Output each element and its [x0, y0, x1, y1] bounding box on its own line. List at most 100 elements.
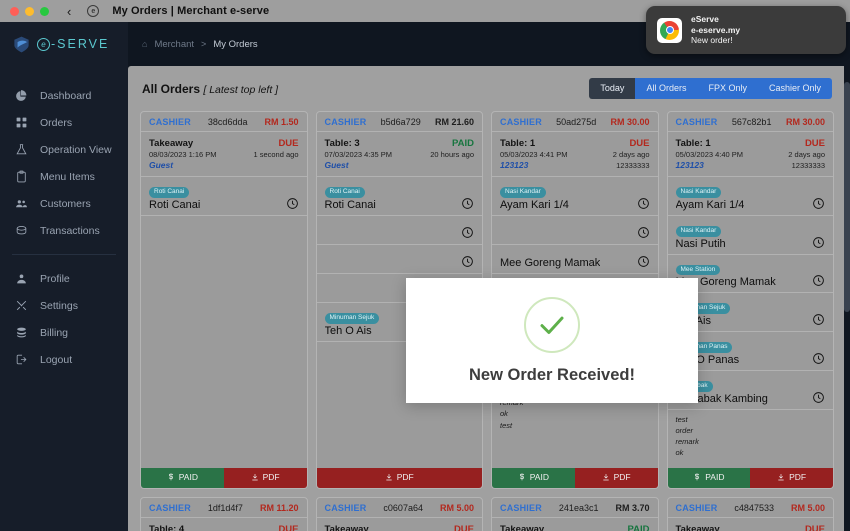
order-item[interactable] [316, 245, 482, 274]
sidebar-item-orders[interactable]: Orders [0, 109, 128, 136]
new-order-modal[interactable]: New Order Received! [406, 278, 698, 403]
download-icon [602, 473, 610, 483]
order-status: DUE [629, 138, 650, 149]
filter-fpx-only-button[interactable]: FPX Only [697, 78, 758, 99]
download-icon [251, 473, 259, 483]
mark-paid-button[interactable]: PAID [667, 467, 751, 488]
filter-all-orders-button[interactable]: All Orders [635, 78, 698, 99]
remark-line: remark [675, 437, 699, 447]
mark-paid-button[interactable]: PAID [492, 467, 575, 488]
item-name: Roti Canai [324, 198, 376, 211]
order-id: 241ea3c1 [558, 502, 599, 513]
sidebar-item-transactions[interactable]: Transactions [0, 217, 128, 244]
chevron-right-icon: > [201, 39, 207, 49]
order-card[interactable]: CASHIER 38cd6dda RM 1.50 Takeaway DUE 08/03/2… [140, 111, 308, 489]
order-card[interactable]: CASHIER1df1d4f7RM 11.20Table: 4DUE05/03/… [140, 496, 308, 531]
clock-icon[interactable] [812, 197, 825, 210]
order-item[interactable] [316, 216, 482, 245]
sidebar-item-customers[interactable]: Customers [0, 190, 128, 217]
sidebar-item-settings[interactable]: Settings [0, 292, 128, 319]
clock-icon[interactable] [812, 274, 825, 287]
order-item[interactable]: Roti Canai Roti Canai [141, 177, 307, 216]
order-id: 50ad275d [556, 117, 597, 127]
order-status: PAID [452, 138, 474, 149]
sidebar-item-menu-items[interactable]: Menu Items [0, 163, 128, 190]
clock-icon[interactable] [812, 352, 825, 365]
download-pdf-button[interactable]: PDF [574, 467, 658, 488]
order-card[interactable]: CASHIER241ea3c1RM 3.70TakeawayPAID04/03/… [491, 496, 659, 531]
order-source: CASHIER [500, 117, 542, 127]
sidebar-item-label: Logout [40, 353, 73, 366]
sidebar-item-billing[interactable]: Billing [0, 319, 128, 346]
page-scrollbar[interactable] [844, 22, 850, 531]
minimize-window-button[interactable] [25, 6, 34, 16]
maximize-window-button[interactable] [40, 6, 49, 16]
sidebar-item-label: Transactions [40, 224, 100, 237]
order-item[interactable] [492, 216, 658, 245]
order-item[interactable]: Nasi Kandar Nasi Putih [667, 216, 833, 255]
order-amount: RM 1.50 [264, 117, 299, 127]
card-spacer [492, 436, 658, 468]
download-pdf-button[interactable]: PDF [316, 467, 482, 488]
close-window-button[interactable] [10, 6, 19, 16]
order-item[interactable]: Roti Canai Roti Canai [316, 177, 482, 216]
item-category-badge: Nasi Kandar [675, 225, 722, 237]
clock-icon[interactable] [461, 255, 474, 268]
pie-chart-icon [14, 89, 28, 103]
action-label: PDF [613, 472, 631, 483]
sidebar-item-dashboard[interactable]: Dashboard [0, 82, 128, 109]
app-body: e -SERVE Dashboard Orders Operation View… [0, 22, 850, 531]
order-source: CASHIER [324, 502, 367, 513]
clock-icon[interactable] [637, 226, 650, 239]
order-table: Table: 4 [149, 523, 185, 531]
scrollbar-thumb[interactable] [844, 82, 850, 312]
clock-icon[interactable] [637, 255, 650, 268]
sidebar-item-profile[interactable]: Profile [0, 265, 128, 292]
order-card-header: CASHIER 38cd6dda RM 1.50 [141, 112, 307, 132]
sidebar-item-operation-view[interactable]: Operation View [0, 136, 128, 163]
mark-paid-button[interactable]: PAID [141, 467, 224, 488]
brand-label: -SERVE [51, 37, 110, 51]
item-category-badge: Mee Station [675, 264, 721, 276]
orders-page: All Orders [ Latest top left ] Today All… [128, 66, 844, 531]
item-name: Ayam Kari 1/4 [675, 198, 745, 211]
clock-icon[interactable] [637, 197, 650, 210]
order-source: CASHIER [149, 502, 191, 513]
clock-icon[interactable] [812, 313, 825, 326]
order-item[interactable]: Nasi Kandar Ayam Kari 1/4 [492, 177, 658, 216]
clock-icon[interactable] [286, 197, 299, 210]
dollar-icon [693, 473, 701, 483]
filter-cashier-only-button[interactable]: Cashier Only [757, 78, 832, 99]
order-item[interactable]: Nasi Kandar Ayam Kari 1/4 [667, 177, 833, 216]
orders-page-header: All Orders [ Latest top left ] Today All… [128, 66, 844, 111]
sidebar-item-logout[interactable]: Logout [0, 346, 128, 373]
home-icon[interactable]: ⌂ [142, 39, 147, 49]
order-meta: TakeawayDUE04/03/2023 8:17 PM3 days agoG… [668, 518, 834, 531]
order-source: CASHIER [324, 117, 367, 127]
order-table: Takeaway [324, 523, 369, 531]
item-category-badge: Minuman Sejuk [324, 312, 380, 324]
order-item[interactable]: Mee Goreng Mamak [492, 245, 658, 274]
check-circle-icon [524, 296, 580, 353]
order-card[interactable]: CASHIERc0607a64RM 5.00TakeawayDUE05/03/2… [315, 496, 483, 531]
clock-icon[interactable] [461, 197, 474, 210]
clock-icon[interactable] [812, 236, 825, 249]
clock-icon[interactable] [461, 226, 474, 239]
logout-icon [14, 353, 28, 367]
brand-logo[interactable]: e -SERVE [0, 22, 128, 66]
filter-today-button[interactable]: Today [589, 78, 636, 99]
page-title: All Orders [ Latest top left ] [142, 82, 278, 96]
order-id: c4847533 [734, 502, 774, 513]
remark-line: test [500, 420, 513, 430]
breadcrumb-root[interactable]: Merchant [154, 39, 194, 50]
clock-icon[interactable] [812, 391, 825, 404]
order-relative-time: 1 second ago [253, 150, 299, 159]
system-notification[interactable]: eServe e-eserve.my New order! [646, 6, 846, 54]
item-name: Roti Canai [149, 198, 201, 211]
download-pdf-button[interactable]: PDF [750, 467, 833, 488]
order-source: CASHIER [149, 117, 191, 127]
window-controls[interactable] [10, 6, 49, 16]
back-icon[interactable]: ‹ [67, 5, 71, 18]
download-pdf-button[interactable]: PDF [223, 467, 307, 488]
order-card[interactable]: CASHIERc4847533RM 5.00TakeawayDUE04/03/2… [666, 496, 834, 531]
